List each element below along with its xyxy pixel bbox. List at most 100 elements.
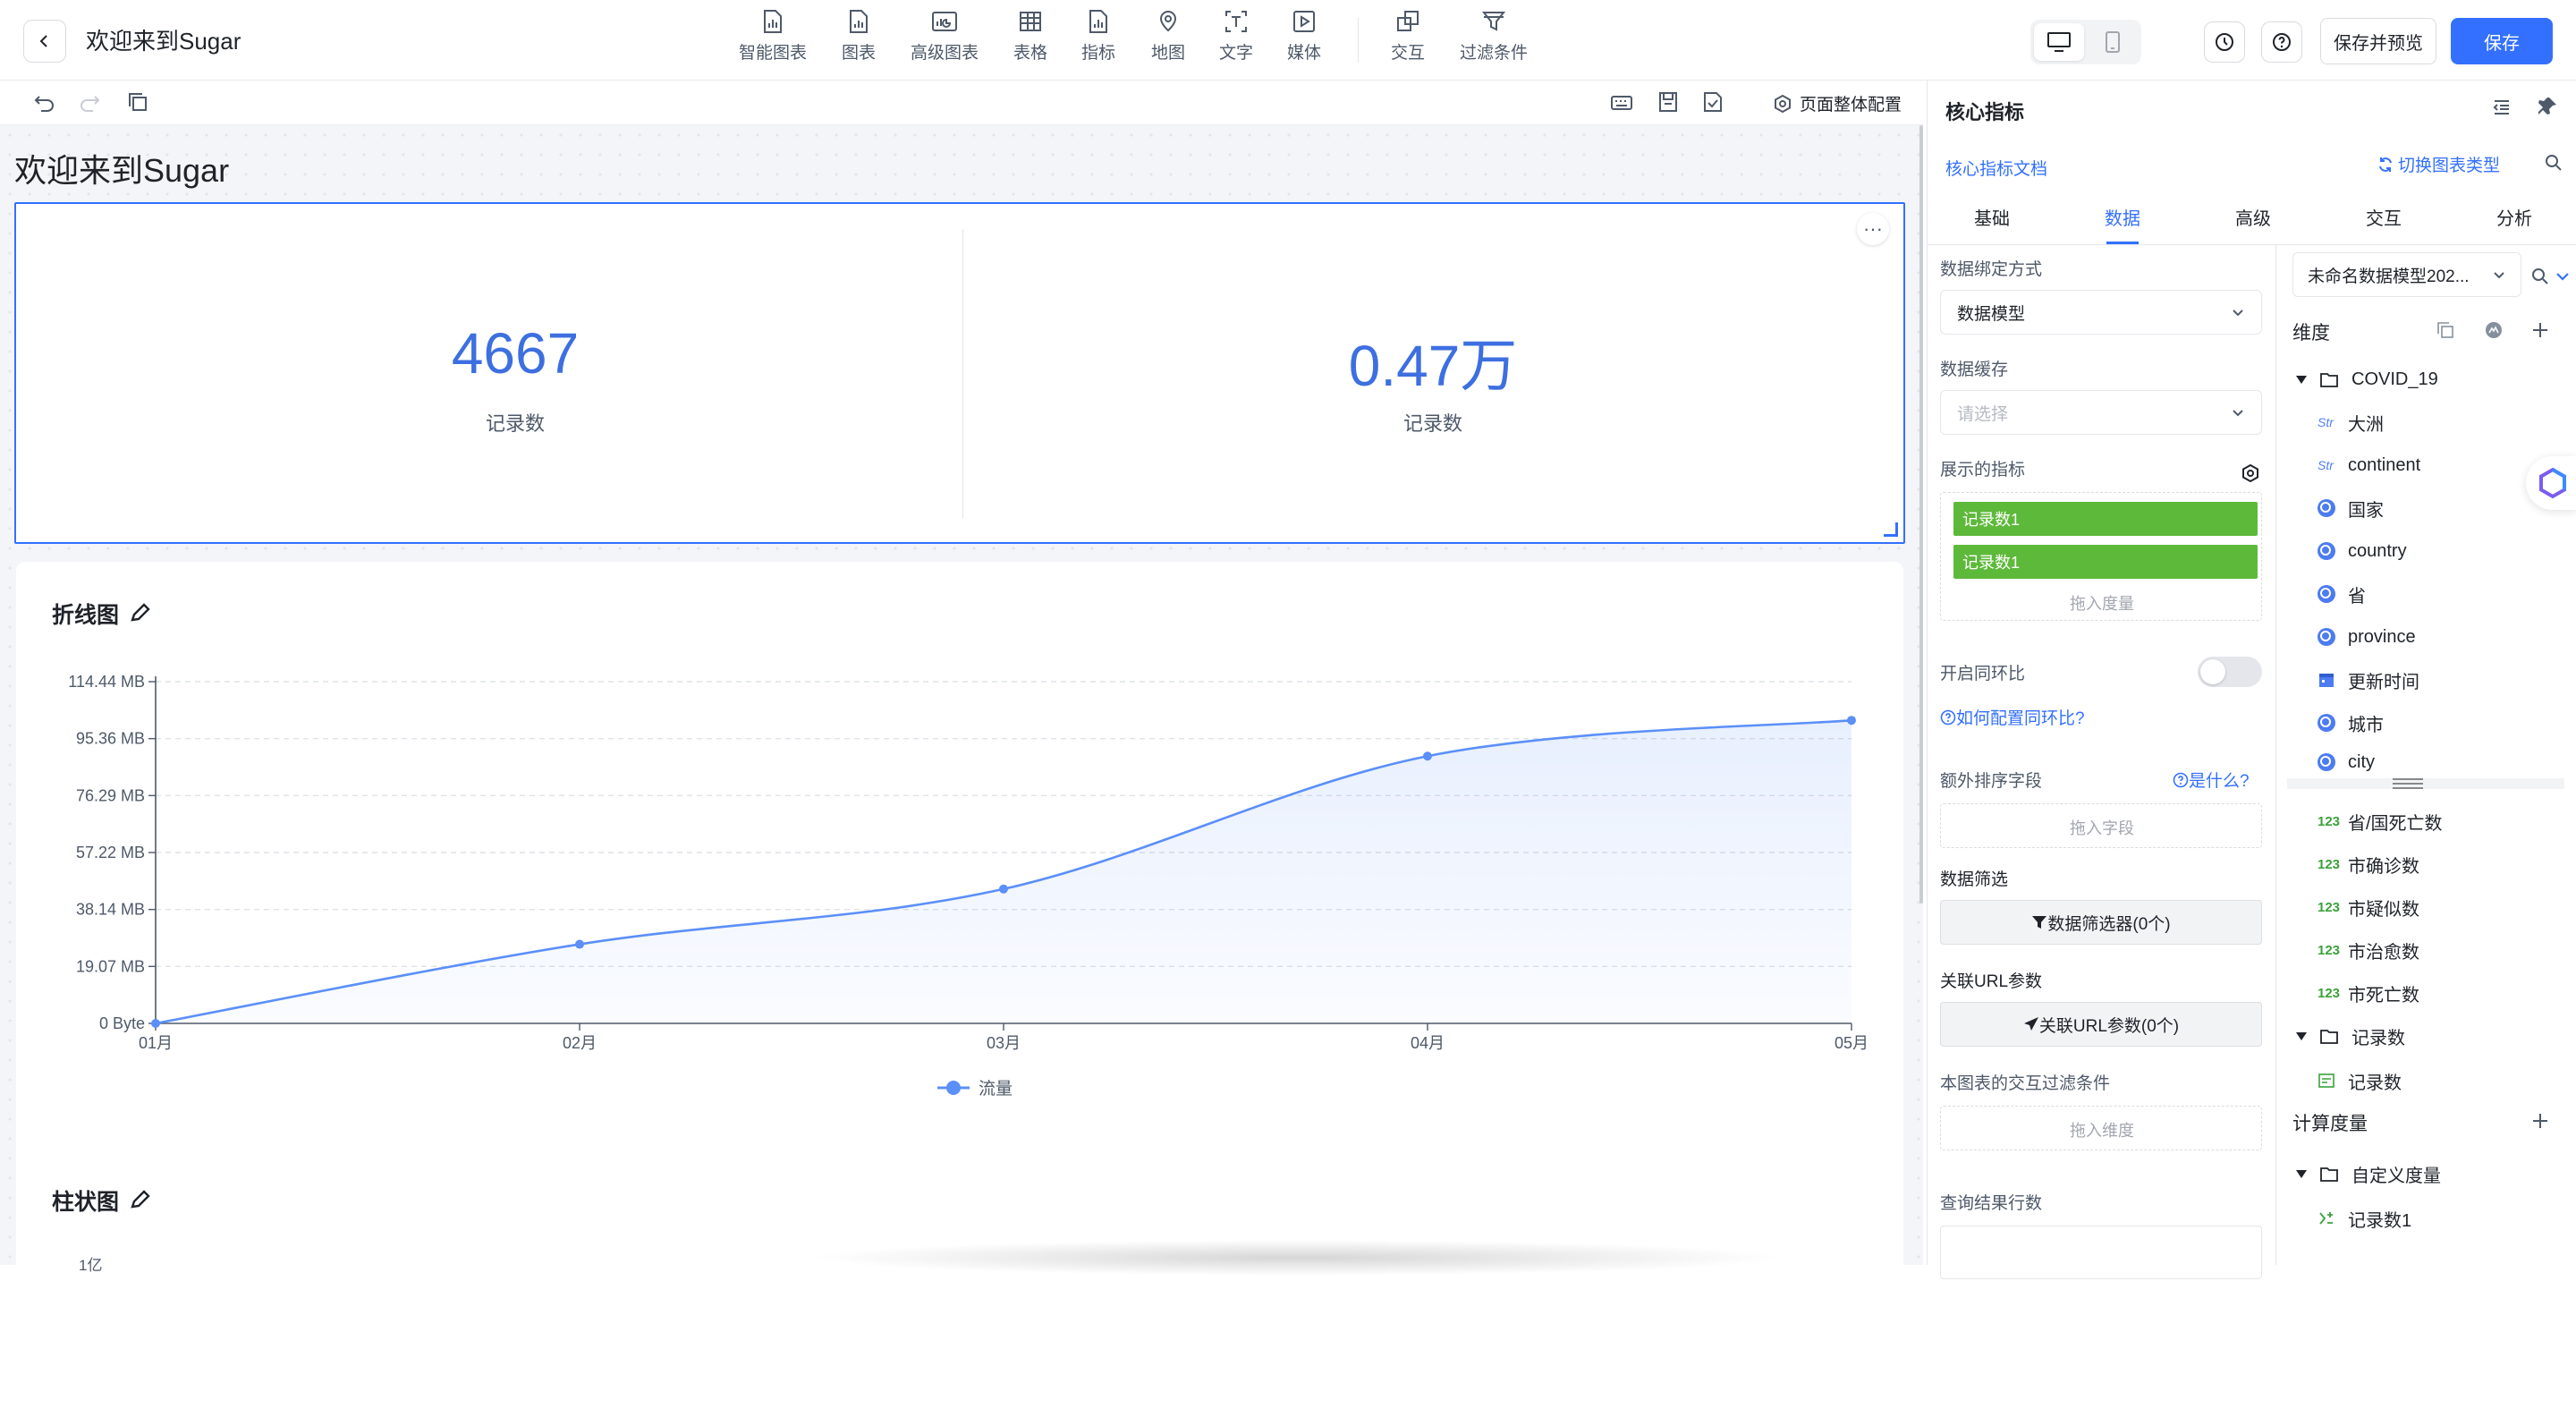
number-type-icon: 123 (2318, 899, 2341, 915)
measure-field[interactable]: 123 市确诊数 (2318, 846, 2419, 882)
tool-label: 交互 (1390, 44, 1425, 63)
measure-field[interactable]: 记录数 (2318, 1063, 2402, 1099)
dimension-field[interactable]: 省 (2318, 576, 2366, 612)
dimension-field[interactable]: 城市 (2318, 705, 2384, 741)
yoy-help-link[interactable]: 如何配置同环比? (1940, 705, 2085, 729)
device-switch (2030, 20, 2141, 64)
bar-chart-title-row: 柱状图 (52, 1184, 151, 1217)
tab-advanced[interactable]: 高级 (2208, 204, 2298, 230)
custom-measure-folder[interactable]: 自定义度量 (2296, 1156, 2441, 1192)
copy-icon[interactable] (127, 91, 148, 113)
y-tick-label: 76.29 MB (76, 786, 145, 804)
bind-mode-select[interactable]: 数据模型 (1940, 290, 2262, 335)
section-splitter[interactable] (2287, 778, 2564, 789)
yoy-toggle[interactable] (2198, 657, 2262, 687)
measure-field[interactable]: 123 省/国死亡数 (2318, 803, 2443, 839)
tab-interaction[interactable]: 交互 (2339, 204, 2428, 230)
measure-field[interactable]: 123 市治愈数 (2318, 932, 2419, 968)
add-icon[interactable] (2530, 320, 2550, 340)
dataset-select[interactable]: 未命名数据模型202... (2292, 252, 2521, 297)
resize-handle[interactable] (1884, 522, 1898, 537)
clock-icon (2216, 33, 2233, 51)
field-label: 市死亡数 (2348, 985, 2419, 1005)
measure-field[interactable]: 123 市死亡数 (2318, 975, 2419, 1011)
field-label: 大洲 (2348, 414, 2384, 435)
tool-interaction[interactable]: 交互 (1365, 9, 1451, 72)
chevron-down-icon[interactable] (2554, 268, 2572, 284)
doc-link[interactable]: 核心指标文档 (1945, 156, 2047, 180)
y-tick-label: 19.07 MB (76, 957, 145, 975)
history-button[interactable] (2204, 21, 2245, 63)
custom-measure-field[interactable]: 记录数1 (2318, 1201, 2411, 1236)
search-icon[interactable] (2530, 267, 2550, 286)
dimension-field[interactable]: 更新时间 (2318, 662, 2419, 698)
tool-label: 高级图表 (910, 44, 979, 63)
dimension-field[interactable]: Str 大洲 (2318, 404, 2384, 440)
measure-folder[interactable]: 记录数 (2296, 1018, 2405, 1054)
interact-dropzone[interactable]: 拖入维度 (1940, 1106, 2262, 1150)
mobile-view-button[interactable] (2088, 23, 2138, 61)
chevron-down-icon (2233, 410, 2243, 417)
switch-chart-type-button[interactable]: 切换图表类型 (2377, 152, 2500, 176)
assistant-float-button[interactable] (2526, 456, 2576, 510)
help-button[interactable] (2261, 21, 2302, 63)
globe-icon (2318, 714, 2335, 732)
page-config-label: 页面整体配置 (1800, 96, 1902, 115)
redo-icon[interactable] (79, 93, 100, 113)
check-doc-icon[interactable] (1701, 91, 1724, 113)
keyboard-icon[interactable] (1610, 93, 1633, 113)
save-preview-button[interactable]: 保存并预览 (2320, 18, 2436, 64)
tool-label: 过滤条件 (1459, 44, 1528, 63)
collapse-panel-icon[interactable] (2491, 97, 2512, 118)
desktop-view-button[interactable] (2034, 23, 2084, 61)
pin-icon[interactable] (2536, 95, 2559, 118)
save-template-icon[interactable] (1657, 91, 1680, 113)
text-icon (1225, 11, 1247, 32)
tool-smart-chart[interactable]: 智能图表 (730, 9, 816, 72)
tab-analysis[interactable]: 分析 (2470, 204, 2559, 230)
measure-field[interactable]: 123 市疑似数 (2318, 889, 2419, 925)
data-point (1423, 751, 1432, 761)
dimension-field[interactable]: province (2318, 619, 2416, 655)
group-icon[interactable] (2484, 320, 2504, 340)
canvas-scrollbar[interactable] (1919, 125, 1923, 904)
caret-down-icon (2296, 1169, 2307, 1178)
url-param-button[interactable]: 关联URL参数(0个) (1940, 1002, 2262, 1047)
kpi-card[interactable]: 4667 记录数 0.47万 记录数 ··· (14, 202, 1905, 544)
sort-help-link[interactable]: 是什么? (2173, 768, 2250, 792)
rows-label: 查询结果行数 (1940, 1194, 2043, 1213)
add-icon[interactable] (2530, 1111, 2550, 1131)
tool-filter[interactable]: 过滤条件 (1451, 9, 1537, 72)
back-button[interactable] (23, 20, 66, 63)
tool-media[interactable]: 媒体 (1261, 9, 1347, 72)
drag-handle-icon[interactable] (2393, 778, 2423, 789)
dimension-field[interactable]: country (2318, 533, 2407, 569)
rows-input[interactable] (1940, 1226, 2262, 1279)
y-tick-label: 114.44 MB (68, 673, 145, 691)
tab-basic[interactable]: 基础 (1947, 204, 2037, 230)
settings-icon[interactable] (2241, 463, 2260, 483)
panel-tabs: 基础 数据 高级 交互 分析 (1928, 197, 2576, 245)
page-config-button[interactable]: 页面整体配置 (1773, 91, 1902, 115)
tool-chart[interactable]: 图表 (816, 9, 902, 72)
more-options-button[interactable]: ··· (1857, 213, 1889, 245)
metric-pill[interactable]: 记录数1 (1953, 502, 2258, 536)
dimension-field[interactable]: city (2318, 748, 2375, 776)
url-param-label: 关联URL参数(0个) (2038, 1016, 2180, 1036)
metrics-dropzone[interactable]: 记录数1 记录数1 拖入度量 (1940, 492, 2262, 621)
undo-icon[interactable] (34, 93, 55, 113)
dimension-field[interactable]: 国家 (2318, 490, 2384, 526)
dimension-folder[interactable]: COVID_19 (2296, 361, 2438, 397)
search-icon[interactable] (2543, 152, 2564, 174)
data-filter-button[interactable]: 数据筛选器(0个) (1940, 900, 2262, 945)
dimension-field[interactable]: Str continent (2318, 447, 2420, 483)
sort-dropzone[interactable]: 拖入字段 (1940, 803, 2262, 848)
bar-chart-card[interactable]: 柱状图 1亿 (16, 1149, 1903, 1417)
tool-advanced-chart[interactable]: 高级图表 (902, 9, 987, 72)
tab-data[interactable]: 数据 (2078, 204, 2167, 230)
cache-select[interactable]: 请选择 (1940, 390, 2262, 435)
save-button[interactable]: 保存 (2451, 18, 2553, 64)
copy-field-icon[interactable] (2436, 320, 2455, 340)
metric-pill[interactable]: 记录数1 (1953, 545, 2258, 579)
edit-pencil-icon[interactable] (128, 1189, 151, 1212)
